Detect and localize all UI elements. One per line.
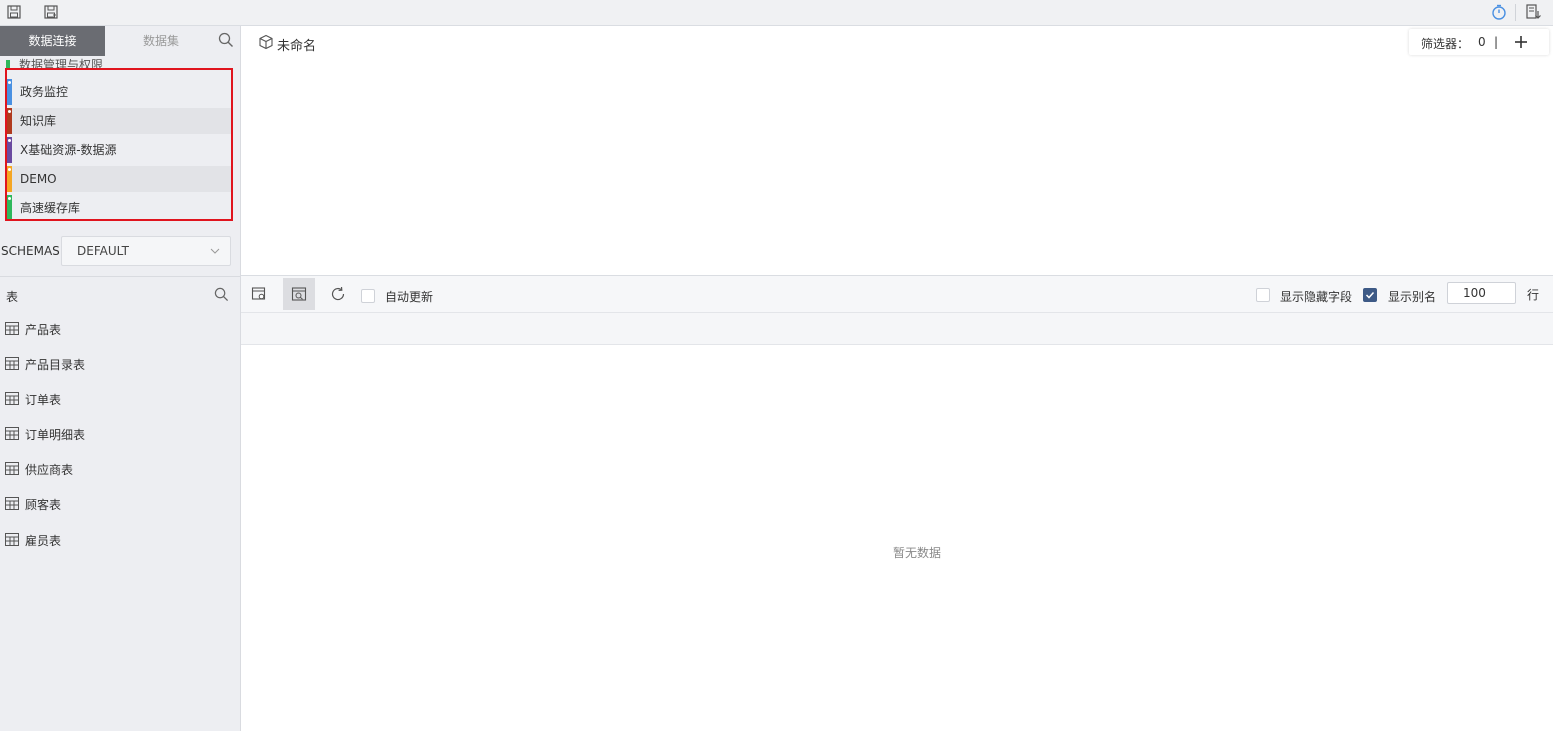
auto-update-checkbox[interactable]: [361, 289, 375, 303]
connection-color-bar: [6, 60, 10, 68]
schema-value: DEFAULT: [77, 244, 129, 258]
schema-select[interactable]: DEFAULT: [61, 236, 231, 266]
save-as-icon[interactable]: [42, 3, 60, 21]
connection-color-bar: [7, 108, 12, 134]
chevron-down-icon: [210, 245, 220, 255]
connection-color-bar: [7, 195, 12, 219]
table-icon: [5, 427, 19, 440]
connection-item[interactable]: X基础资源-数据源: [7, 137, 231, 163]
connection-item[interactable]: 高速缓存库: [7, 195, 231, 219]
check-icon: [1365, 291, 1375, 299]
cube-icon: [258, 34, 274, 50]
table-item-label: 订单表: [25, 393, 62, 407]
connection-label: 政务监控: [20, 85, 69, 99]
add-filter-icon[interactable]: [1512, 33, 1530, 51]
show-hidden-label: 显示隐藏字段: [1280, 290, 1353, 304]
top-toolbar: [0, 0, 1553, 26]
data-table-header: [241, 313, 1553, 345]
table-list-title: 表: [6, 290, 19, 304]
empty-data-text: 暂无数据: [893, 546, 942, 560]
table-item-label: 供应商表: [25, 463, 74, 477]
connection-item-partial[interactable]: 数据管理与权限: [19, 56, 103, 68]
table-icon: [5, 392, 19, 405]
tab-data-connection[interactable]: 数据连接: [0, 26, 105, 56]
connection-label: X基础资源-数据源: [20, 143, 117, 157]
connection-color-bar: [7, 166, 12, 192]
connection-label: 高速缓存库: [20, 201, 81, 215]
preview-toolbar: 自动更新 显示隐藏字段 显示别名 100 行: [241, 276, 1553, 313]
table-icon: [5, 462, 19, 475]
connection-item[interactable]: DEMO: [7, 166, 231, 192]
tab-dataset[interactable]: 数据集: [105, 26, 217, 56]
connection-label: DEMO: [20, 172, 57, 186]
left-panel: 数据连接 数据集 数据管理与权限 政务监控 知识库 X基础资源-数据源 DEMO…: [0, 26, 241, 731]
table-icon: [5, 357, 19, 370]
rows-input[interactable]: 100: [1447, 282, 1516, 304]
preview-icon[interactable]: [283, 278, 315, 310]
show-alias-checkbox[interactable]: [1363, 288, 1377, 302]
show-hidden-checkbox[interactable]: [1256, 288, 1270, 302]
table-list-header: 表: [0, 276, 240, 313]
table-search-icon[interactable]: [214, 287, 230, 303]
table-item-label: 产品目录表: [25, 358, 86, 372]
refresh-icon[interactable]: [322, 278, 354, 310]
filter-box: 筛选器： 0 |: [1409, 29, 1549, 55]
timer-icon[interactable]: [1490, 3, 1508, 21]
table-icon: [5, 322, 19, 335]
filter-separator: |: [1494, 35, 1499, 49]
table-item-label: 产品表: [25, 323, 62, 337]
table-item-label: 雇员表: [25, 534, 62, 548]
connection-color-bar: [7, 137, 12, 163]
connection-color-bar: [7, 79, 12, 105]
connection-list: 政务监控 知识库 X基础资源-数据源 DEMO 高速缓存库: [5, 68, 233, 221]
table-item-label: 订单明细表: [25, 428, 86, 442]
connection-label: 知识库: [20, 114, 57, 128]
show-alias-label: 显示别名: [1388, 290, 1437, 304]
table-icon: [5, 497, 19, 510]
filter-count: 0: [1478, 35, 1486, 49]
filter-label: 筛选器：: [1421, 37, 1470, 51]
connection-item[interactable]: 知识库: [7, 108, 231, 134]
rows-unit-label: 行: [1527, 288, 1540, 302]
auto-update-label: 自动更新: [385, 290, 434, 304]
connection-item[interactable]: 政务监控: [7, 79, 231, 105]
export-icon[interactable]: [1524, 3, 1542, 21]
search-icon[interactable]: [218, 32, 236, 50]
left-tabs: 数据连接 数据集: [0, 26, 240, 56]
page-title[interactable]: 未命名: [277, 35, 316, 54]
save-icon[interactable]: [5, 3, 23, 21]
toolbar-divider: [1515, 4, 1516, 21]
table-item-label: 顾客表: [25, 498, 62, 512]
table-icon: [5, 533, 19, 546]
settings-panel-icon[interactable]: [243, 278, 275, 310]
schemas-label: SCHEMAS: [1, 244, 60, 258]
